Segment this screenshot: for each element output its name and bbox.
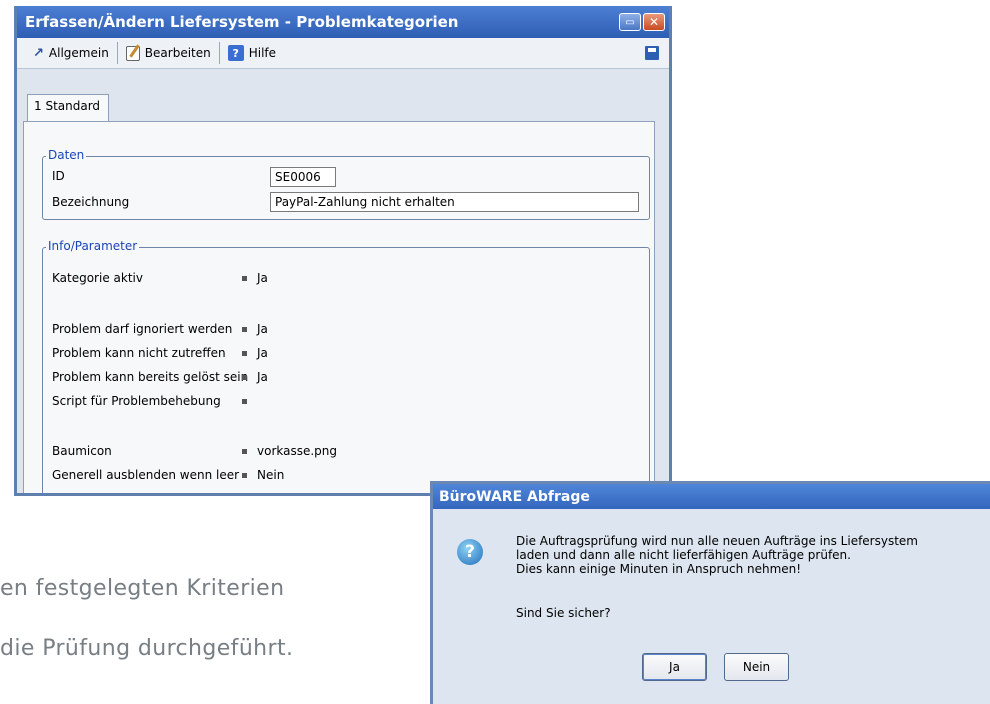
group-daten-legend: Daten bbox=[46, 148, 87, 162]
id-label: ID bbox=[52, 169, 65, 183]
menu-allgemein[interactable]: ↗ Allgemein bbox=[25, 41, 117, 65]
row-nicht-zutreffen-value[interactable]: Ja bbox=[242, 346, 268, 360]
value-marker-icon bbox=[242, 276, 247, 281]
save-icon[interactable] bbox=[645, 46, 659, 60]
menu-bearbeiten-label: Bearbeiten bbox=[144, 46, 211, 60]
row-script-value[interactable] bbox=[242, 394, 257, 408]
row-kategorie-aktiv-value[interactable]: Ja bbox=[242, 271, 268, 285]
no-button[interactable]: Nein bbox=[724, 653, 789, 681]
window-title: Erfassen/Ändern Liefersystem - Problemka… bbox=[25, 13, 459, 31]
close-icon: ✕ bbox=[648, 15, 660, 29]
minimize-icon: ▭ bbox=[625, 16, 635, 28]
group-daten: Daten ID SE0006 Bezeichnung PayPal-Zahlu… bbox=[42, 148, 650, 220]
dialog-title: BüroWARE Abfrage bbox=[433, 484, 990, 509]
background-text-line-1: en festgelegten Kriterien bbox=[0, 576, 285, 601]
row-script-label: Script für Problembehebung bbox=[52, 394, 221, 408]
group-info-legend: Info/Parameter bbox=[46, 239, 140, 253]
bezeichnung-field[interactable]: PayPal-Zahlung nicht erhalten bbox=[270, 192, 639, 212]
group-info-parameter: Info/Parameter Kategorie aktiv Ja Proble… bbox=[42, 239, 650, 493]
help-icon: ? bbox=[227, 45, 244, 61]
bezeichnung-label: Bezeichnung bbox=[52, 195, 130, 209]
arrow-icon: ↗ bbox=[33, 45, 44, 61]
value-marker-icon bbox=[242, 327, 247, 332]
tab-standard[interactable]: 1 Standard bbox=[27, 94, 110, 122]
row-geloest-label: Problem kann bereits gelöst sein bbox=[52, 370, 249, 384]
value-marker-icon bbox=[242, 351, 247, 356]
close-button[interactable]: ✕ bbox=[643, 13, 665, 31]
question-icon: ? bbox=[457, 539, 483, 565]
problem-category-window: Erfassen/Ändern Liefersystem - Problemka… bbox=[14, 6, 672, 496]
background-text-line-2: die Prüfung durchgeführt. bbox=[0, 636, 294, 661]
value-marker-icon bbox=[242, 449, 247, 454]
dialog-message-line-1: Die Auftragsprüfung wird nun alle neuen … bbox=[516, 534, 918, 548]
tab-strip: 1 Standard bbox=[27, 94, 110, 122]
row-ausblenden-value[interactable]: Nein bbox=[242, 468, 284, 482]
dialog-message-line-2: laden und dann alle nicht lieferfähigen … bbox=[516, 548, 851, 562]
row-ignoriert-label: Problem darf ignoriert werden bbox=[52, 322, 233, 336]
confirm-dialog: BüroWARE Abfrage ? Die Auftragsprüfung w… bbox=[430, 481, 990, 704]
row-ausblenden-label: Generell ausblenden wenn leer bbox=[52, 468, 240, 482]
minimize-button[interactable]: ▭ bbox=[619, 13, 641, 31]
row-baumicon-value[interactable]: vorkasse.png bbox=[242, 444, 337, 458]
tab-panel: Daten ID SE0006 Bezeichnung PayPal-Zahlu… bbox=[23, 121, 655, 493]
window-titlebar: Erfassen/Ändern Liefersystem - Problemka… bbox=[17, 6, 669, 38]
row-kategorie-aktiv-label: Kategorie aktiv bbox=[52, 271, 143, 285]
yes-button-label: Ja bbox=[669, 660, 680, 674]
dialog-message-line-3: Dies kann einige Minuten in Anspruch neh… bbox=[516, 562, 802, 576]
value-marker-icon bbox=[242, 473, 247, 478]
menu-bearbeiten[interactable]: Bearbeiten bbox=[118, 41, 219, 65]
value-marker-icon bbox=[242, 399, 247, 404]
menu-hilfe-label: Hilfe bbox=[248, 46, 277, 60]
row-ignoriert-value[interactable]: Ja bbox=[242, 322, 268, 336]
dialog-question: Sind Sie sicher? bbox=[516, 606, 611, 620]
row-nicht-zutreffen-label: Problem kann nicht zutreffen bbox=[52, 346, 226, 360]
menu-bar: ↗ Allgemein Bearbeiten ? Hilfe bbox=[17, 38, 669, 69]
yes-button[interactable]: Ja bbox=[642, 653, 707, 681]
row-baumicon-label: Baumicon bbox=[52, 444, 112, 458]
menu-hilfe[interactable]: ? Hilfe bbox=[220, 41, 284, 65]
edit-icon bbox=[125, 45, 140, 61]
no-button-label: Nein bbox=[742, 660, 771, 674]
id-field[interactable]: SE0006 bbox=[270, 167, 336, 187]
menu-allgemein-label: Allgemein bbox=[48, 46, 109, 60]
row-geloest-value[interactable]: Ja bbox=[242, 370, 268, 384]
value-marker-icon bbox=[242, 375, 247, 380]
